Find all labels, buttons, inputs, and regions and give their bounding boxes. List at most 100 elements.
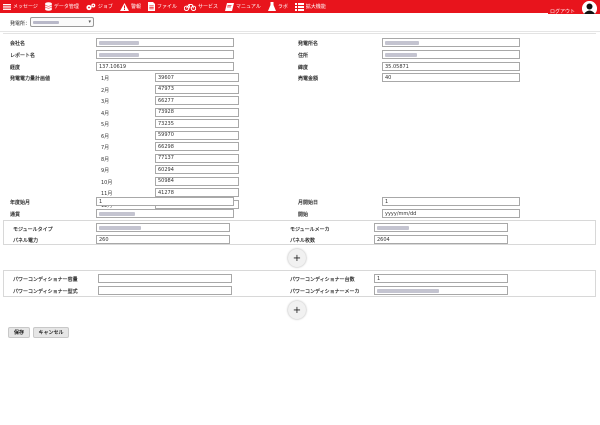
nav-item-extensions[interactable]: 拡大機能	[292, 0, 326, 13]
month-label: 7月	[101, 145, 110, 151]
monthly-start-label: 月開始日	[298, 200, 319, 206]
month-label: 5月	[101, 122, 110, 128]
panel-power-field[interactable]: 260	[96, 235, 230, 244]
report-name-label: レポート名	[10, 53, 36, 59]
month-label: 3月	[101, 99, 110, 105]
redacted-text	[99, 52, 139, 57]
address-label: 住所	[298, 53, 309, 59]
pcs-count-field[interactable]: 1	[374, 274, 508, 283]
plant-name-field[interactable]	[382, 38, 520, 47]
top-nav: メッセージ データ管理 ジョブ 警報 ファイル サービス マニュアル ラボ 拡大…	[0, 0, 600, 13]
redacted-text	[385, 52, 417, 57]
month-label: 6月	[101, 133, 110, 140]
redacted-text	[99, 225, 141, 230]
redacted-text	[99, 40, 139, 45]
pcs-capacity-label: パワーコンディショナー容量	[13, 277, 78, 283]
nav-item-services[interactable]: サービス	[181, 0, 218, 13]
redacted-text	[99, 211, 135, 216]
panel-power-label: パネル電力	[13, 238, 39, 244]
nav-item-manual[interactable]: マニュアル	[222, 0, 261, 13]
nav-item-lab[interactable]: ラボ	[265, 0, 288, 13]
month-value-field[interactable]: 39607	[155, 73, 239, 82]
module-type-field[interactable]	[96, 223, 230, 232]
module-maker-field[interactable]	[374, 223, 508, 232]
company-field[interactable]	[96, 38, 234, 47]
cancel-button[interactable]: キャンセル	[33, 327, 69, 338]
nav-item-data-label: データ管理	[53, 4, 79, 10]
nav-item-messages-label: メッセージ	[13, 4, 38, 10]
pcs-maker-field[interactable]	[374, 286, 508, 295]
nav-item-files-label: ファイル	[156, 4, 177, 10]
currency-label: 通貨	[10, 212, 21, 218]
plant-select-value-redacted	[33, 21, 59, 24]
month-value-field[interactable]: 73928	[155, 107, 239, 117]
nav-item-messages[interactable]: メッセージ	[0, 0, 38, 13]
month-label: 4月	[101, 110, 110, 117]
panel-count-label: パネル枚数	[290, 238, 316, 244]
month-value-field[interactable]: 77137	[155, 153, 239, 163]
company-label: 会社名	[10, 41, 26, 47]
month-value-field[interactable]: 59970	[155, 130, 239, 140]
redacted-text	[377, 225, 409, 230]
flask-icon	[267, 2, 276, 11]
add-power-conditioner-button[interactable]: +	[288, 301, 306, 319]
chevron-down-icon: ▾	[88, 19, 91, 25]
panel-count-field[interactable]: 2604	[374, 235, 508, 244]
month-label: 8月	[101, 156, 110, 163]
month-value-field[interactable]: 73235	[155, 119, 239, 128]
month-label: 1月	[101, 76, 110, 82]
month-label: 9月	[101, 168, 110, 174]
bicycle-icon	[183, 3, 196, 11]
list-icon	[294, 2, 304, 11]
report-name-field[interactable]	[96, 50, 234, 59]
pcs-model-field[interactable]	[98, 286, 232, 295]
nav-item-lab-label: ラボ	[277, 4, 288, 10]
pcs-capacity-field[interactable]	[98, 274, 232, 283]
nav-item-jobs[interactable]: ジョブ	[83, 0, 113, 13]
month-value-field[interactable]: 66298	[155, 142, 239, 151]
plant-selector-bar: 発電所： ▾	[0, 14, 600, 32]
plant-name-label: 発電所名	[298, 41, 319, 47]
latitude-field[interactable]: 35.05871	[382, 62, 520, 71]
fiscal-start-field[interactable]: 1	[96, 197, 234, 206]
divider	[3, 33, 596, 34]
warning-icon	[119, 2, 129, 11]
pcs-model-label: パワーコンディショナー型式	[13, 289, 78, 295]
month-label: 10月	[101, 179, 113, 186]
pcs-count-label: パワーコンディショナー台数	[290, 277, 355, 283]
start-date-field[interactable]: yyyy/mm/dd	[382, 209, 520, 218]
longitude-label: 経度	[10, 65, 21, 71]
monthly-start-field[interactable]: 1	[382, 197, 520, 206]
month-label: 2月	[101, 87, 110, 94]
redacted-text	[385, 40, 419, 45]
pcs-maker-label: パワーコンディショナーメーカ	[290, 289, 360, 295]
unit-price-field[interactable]: 40	[382, 73, 520, 82]
start-date-label: 開始	[298, 212, 309, 218]
file-icon	[147, 2, 155, 11]
month-value-field[interactable]: 60294	[155, 165, 239, 174]
longitude-field[interactable]: 137.10619	[96, 62, 234, 71]
latitude-label: 緯度	[298, 65, 309, 71]
address-field[interactable]	[382, 50, 520, 59]
nav-item-files[interactable]: ファイル	[145, 0, 177, 13]
annual-plan-label: 発電電力量計画値	[10, 76, 51, 82]
fiscal-start-label: 年度始月	[10, 200, 31, 206]
messages-icon	[3, 3, 11, 10]
database-icon	[45, 2, 52, 11]
unit-price-label: 売電金額	[298, 76, 319, 82]
month-value-field[interactable]: 66277	[155, 96, 239, 105]
save-button[interactable]: 保存	[8, 327, 30, 338]
nav-item-alarms[interactable]: 警報	[117, 0, 141, 13]
add-module-button[interactable]: +	[288, 249, 306, 267]
plant-selector-label: 発電所：	[10, 21, 31, 27]
nav-item-manual-label: マニュアル	[235, 4, 261, 10]
nav-item-jobs-label: ジョブ	[97, 4, 113, 10]
month-value-field[interactable]: 50984	[155, 176, 239, 186]
nav-item-extensions-label: 拡大機能	[305, 4, 326, 10]
month-value-field[interactable]: 47973	[155, 84, 239, 94]
month-label: 11月	[101, 191, 113, 197]
nav-item-data[interactable]: データ管理	[42, 0, 79, 13]
currency-field[interactable]	[96, 209, 234, 218]
plant-select[interactable]: ▾	[30, 17, 94, 27]
month-value-field[interactable]: 41278	[155, 188, 239, 197]
